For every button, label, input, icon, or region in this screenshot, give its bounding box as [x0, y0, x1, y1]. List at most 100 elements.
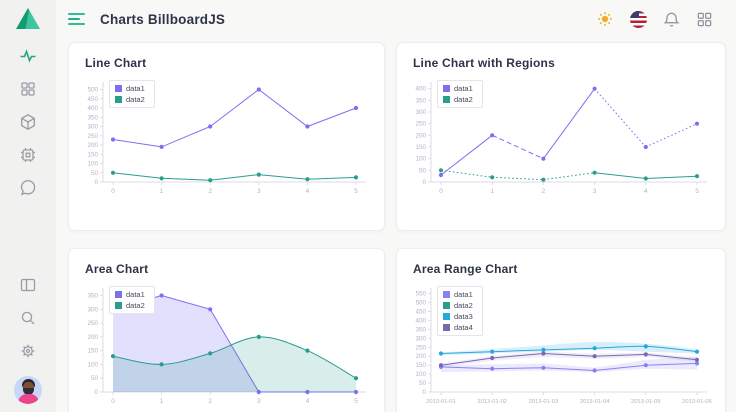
sidebar-item-charts[interactable] [12, 42, 44, 70]
legend-label: data1 [126, 84, 145, 93]
legend-swatch [115, 96, 122, 103]
svg-text:4: 4 [306, 188, 310, 195]
sidebar-item-components[interactable] [12, 108, 44, 136]
chat-bubble-icon [19, 179, 37, 197]
sidebar-item-system[interactable] [12, 141, 44, 169]
svg-text:1: 1 [490, 188, 494, 195]
legend-label: data4 [454, 323, 473, 332]
svg-text:2013-01-04: 2013-01-04 [580, 399, 610, 405]
svg-text:550: 550 [415, 291, 426, 298]
legend-item-data2[interactable]: data2 [115, 95, 145, 104]
legend-item-data1[interactable]: data1 [115, 84, 145, 93]
layout-panel-icon [19, 276, 37, 294]
svg-text:200: 200 [87, 334, 98, 341]
bell-icon [663, 11, 680, 28]
legend-item-data2[interactable]: data2 [443, 301, 473, 310]
legend-item-data2[interactable]: data2 [115, 301, 145, 310]
legend-label: data2 [454, 95, 473, 104]
svg-text:0: 0 [94, 389, 98, 396]
charts-grid: Line Chart 05010015020025030035040045050… [56, 38, 736, 412]
svg-text:2: 2 [208, 188, 212, 195]
notifications-button[interactable] [661, 9, 681, 29]
hamburger-menu-icon[interactable] [68, 10, 88, 28]
svg-text:200: 200 [415, 132, 426, 139]
card-title: Area Range Chart [413, 262, 715, 276]
card-title: Line Chart with Regions [413, 56, 715, 70]
card-area-chart: Area Chart 050100150200250300350012345da… [68, 248, 385, 412]
sidebar-item-dashboard[interactable] [12, 75, 44, 103]
us-flag-icon [630, 11, 647, 28]
svg-text:400: 400 [87, 105, 98, 112]
legend-item-data3[interactable]: data3 [443, 312, 473, 321]
legend-label: data1 [454, 84, 473, 93]
svg-text:350: 350 [87, 293, 98, 300]
svg-text:500: 500 [87, 87, 98, 94]
svg-text:1: 1 [160, 188, 164, 195]
legend-swatch [443, 291, 450, 298]
activity-icon [19, 47, 37, 65]
svg-text:0: 0 [422, 179, 426, 186]
svg-text:100: 100 [415, 371, 426, 378]
theme-toggle-button[interactable] [595, 9, 615, 29]
svg-text:0: 0 [439, 188, 443, 195]
svg-text:2013-01-01: 2013-01-01 [426, 399, 456, 405]
svg-text:350: 350 [415, 97, 426, 104]
chart-legend: data1 data2 [109, 80, 155, 108]
svg-text:2013-01-06: 2013-01-06 [682, 399, 712, 405]
legend-item-data1[interactable]: data1 [443, 290, 473, 299]
sidebar [0, 0, 56, 412]
svg-text:150: 150 [87, 348, 98, 355]
sidebar-item-settings[interactable] [12, 337, 44, 365]
sidebar-item-search[interactable] [12, 304, 44, 332]
svg-text:300: 300 [415, 109, 426, 116]
card-title: Area Chart [85, 262, 374, 276]
legend-swatch [443, 313, 450, 320]
svg-text:50: 50 [91, 375, 99, 382]
card-title: Line Chart [85, 56, 374, 70]
chart-legend: data1 data2 data3 data4 [437, 286, 483, 336]
svg-text:50: 50 [91, 170, 99, 177]
svg-text:5: 5 [695, 188, 699, 195]
svg-text:450: 450 [415, 309, 426, 316]
search-icon [19, 309, 37, 327]
svg-text:300: 300 [415, 335, 426, 342]
page-title: Charts BillboardJS [100, 12, 225, 27]
svg-text:0: 0 [94, 179, 98, 186]
svg-text:1: 1 [160, 398, 164, 405]
svg-text:500: 500 [415, 300, 426, 307]
legend-label: data1 [126, 290, 145, 299]
legend-label: data1 [454, 290, 473, 299]
svg-text:100: 100 [415, 156, 426, 163]
sidebar-item-messages[interactable] [12, 174, 44, 202]
brand-triangle-logo-icon[interactable] [16, 8, 40, 29]
card-line-chart-regions: Line Chart with Regions 0501001502002503… [396, 42, 726, 231]
apps-button[interactable] [694, 9, 714, 29]
chart-legend: data1 data2 [437, 80, 483, 108]
svg-text:150: 150 [87, 151, 98, 158]
legend-item-data1[interactable]: data1 [443, 84, 473, 93]
svg-text:150: 150 [415, 362, 426, 369]
svg-text:300: 300 [87, 306, 98, 313]
svg-text:150: 150 [415, 144, 426, 151]
legend-item-data4[interactable]: data4 [443, 323, 473, 332]
legend-swatch [115, 85, 122, 92]
svg-text:300: 300 [87, 124, 98, 131]
svg-text:2013-01-02: 2013-01-02 [477, 399, 507, 405]
user-avatar[interactable] [14, 376, 42, 404]
card-area-range-chart: Area Range Chart 05010015020025030035040… [396, 248, 726, 412]
legend-item-data2[interactable]: data2 [443, 95, 473, 104]
svg-text:250: 250 [415, 121, 426, 128]
svg-text:4: 4 [644, 188, 648, 195]
sun-icon [596, 10, 614, 28]
dashboard-grid-icon [19, 80, 37, 98]
language-button[interactable] [628, 9, 648, 29]
sidebar-item-layout[interactable] [12, 271, 44, 299]
svg-text:400: 400 [415, 317, 426, 324]
avatar-shirt [18, 394, 39, 404]
legend-label: data2 [126, 301, 145, 310]
area-chart: 050100150200250300350012345data1data2 [77, 284, 374, 408]
svg-text:0: 0 [422, 389, 426, 396]
legend-item-data1[interactable]: data1 [115, 290, 145, 299]
legend-swatch [443, 96, 450, 103]
svg-text:5: 5 [354, 398, 358, 405]
